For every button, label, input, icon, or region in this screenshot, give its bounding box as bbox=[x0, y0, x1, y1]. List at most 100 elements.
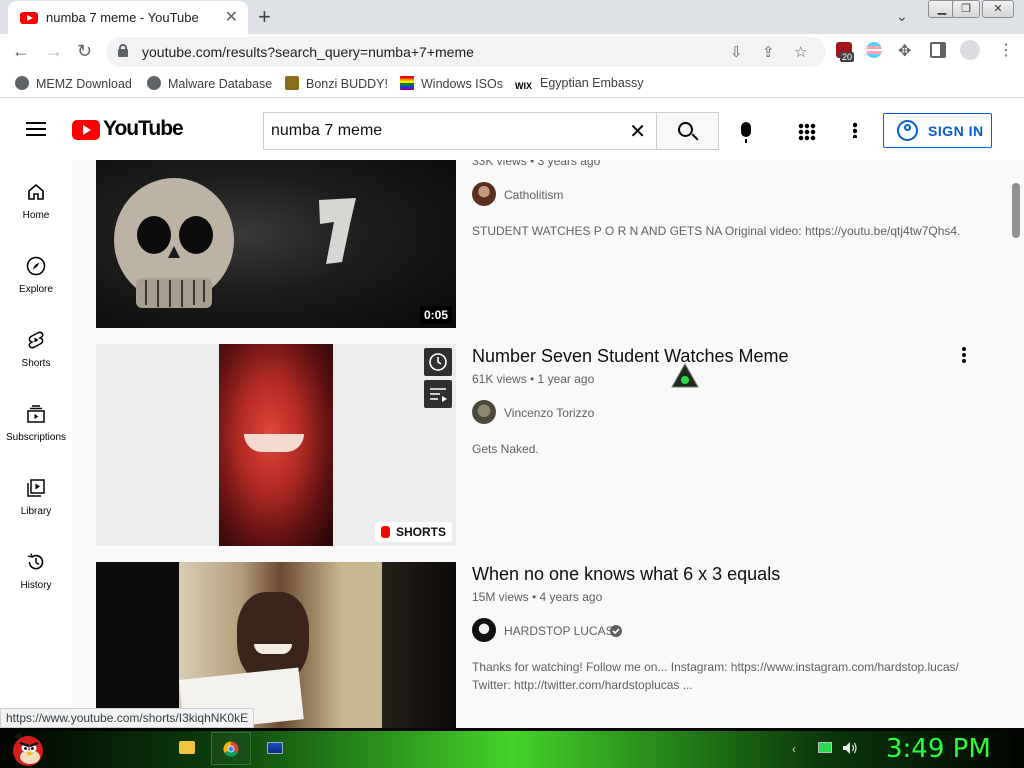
mouse-cursor-icon bbox=[671, 363, 699, 388]
desktop-window-icon[interactable] bbox=[267, 742, 283, 754]
bookmark-memz[interactable]: MEMZ Download bbox=[15, 76, 132, 91]
side-panel-icon[interactable] bbox=[930, 42, 946, 58]
channel-name[interactable]: Vincenzo Torizzo bbox=[504, 406, 594, 420]
restore-button[interactable]: ❐ bbox=[952, 0, 980, 18]
video-duration: 0:05 bbox=[419, 306, 452, 324]
taskbar-chrome-button[interactable] bbox=[211, 732, 251, 765]
shorts-logo-icon bbox=[380, 526, 390, 538]
close-tab-icon[interactable]: ✕ bbox=[225, 7, 238, 27]
bookmark-egyptian-embassy[interactable]: WIX Egyptian Embassy bbox=[515, 76, 644, 95]
search-button[interactable] bbox=[656, 112, 719, 150]
add-to-queue-button[interactable] bbox=[424, 380, 452, 408]
extension-badge: 20 bbox=[840, 52, 855, 62]
hamburger-menu-icon[interactable] bbox=[26, 122, 46, 136]
bookmark-star-icon[interactable]: ☆ bbox=[794, 43, 807, 61]
search-query: numba 7 meme bbox=[271, 122, 383, 139]
bookmark-windows-isos[interactable]: Windows ISOs bbox=[400, 76, 503, 91]
scrollbar-track[interactable] bbox=[1008, 160, 1024, 728]
flag-extension-icon[interactable] bbox=[866, 42, 882, 58]
channel-avatar[interactable] bbox=[472, 182, 496, 206]
install-app-icon[interactable]: ⇩ bbox=[730, 43, 743, 61]
profile-avatar-icon[interactable] bbox=[960, 40, 980, 60]
bookmarks-bar: MEMZ Download Malware Database Bonzi BUD… bbox=[0, 70, 1024, 98]
address-bar[interactable]: youtube.com/results?search_query=numba+7… bbox=[106, 37, 826, 67]
video-thumbnail[interactable]: SHORTS bbox=[96, 344, 456, 546]
guide-item-explore[interactable]: Explore bbox=[0, 256, 72, 330]
shorts-frame-image bbox=[219, 344, 333, 546]
tab-title: numba 7 meme - YouTube bbox=[46, 10, 199, 25]
channel-avatar[interactable] bbox=[472, 400, 496, 424]
youtube-wordmark[interactable]: YouTube bbox=[103, 117, 184, 141]
video-meta: 61K views • 1 year ago bbox=[472, 372, 595, 386]
browser-toolbar: ← → ↻ youtube.com/results?search_query=n… bbox=[0, 34, 1024, 70]
microphone-icon[interactable] bbox=[741, 122, 751, 143]
settings-kebab-icon[interactable] bbox=[853, 122, 857, 138]
video-thumbnail[interactable] bbox=[96, 562, 456, 728]
tab-strip: numba 7 meme - YouTube ✕ + ⌄ ▁ ❐ ✕ bbox=[0, 0, 1024, 34]
youtube-favicon-icon bbox=[20, 12, 38, 24]
scrollbar-thumb[interactable] bbox=[1012, 183, 1020, 238]
guide-item-subscriptions[interactable]: Subscriptions bbox=[0, 404, 72, 478]
lock-icon[interactable] bbox=[118, 44, 128, 57]
clock-icon bbox=[429, 353, 447, 371]
rainbow-flag-icon bbox=[400, 76, 414, 90]
more-actions-icon[interactable] bbox=[958, 346, 970, 364]
bonzi-icon bbox=[285, 76, 299, 90]
guide-item-library[interactable]: Library bbox=[0, 478, 72, 552]
window-close-button[interactable]: ✕ bbox=[982, 0, 1014, 18]
address-url: youtube.com/results?search_query=numba+7… bbox=[142, 44, 474, 60]
shorts-icon bbox=[28, 331, 44, 349]
globe-icon bbox=[147, 76, 161, 90]
new-tab-button[interactable]: + bbox=[258, 4, 271, 30]
watch-later-button[interactable] bbox=[424, 348, 452, 376]
video-frame-edge bbox=[382, 562, 456, 728]
sign-in-button[interactable]: SIGN IN bbox=[883, 113, 992, 148]
video-description: Gets Naked. bbox=[472, 442, 539, 456]
volume-icon[interactable] bbox=[842, 741, 858, 755]
taskbar-clock[interactable]: 3:49 PM bbox=[886, 734, 991, 764]
reload-icon[interactable]: ↻ bbox=[77, 41, 92, 62]
youtube-header: YouTube numba 7 meme ✕ SIGN IN bbox=[0, 98, 1024, 160]
forward-arrow-icon[interactable]: → bbox=[45, 41, 63, 62]
globe-icon bbox=[15, 76, 29, 90]
sign-in-label: SIGN IN bbox=[928, 123, 984, 139]
tab-search-chevron-icon[interactable]: ⌄ bbox=[896, 8, 908, 25]
chrome-menu-icon[interactable]: ⋮ bbox=[998, 40, 1014, 60]
video-description: Thanks for watching! Follow me on... Ins… bbox=[472, 660, 959, 692]
video-title[interactable]: When no one knows what 6 x 3 equals bbox=[472, 564, 780, 585]
compass-icon bbox=[26, 256, 46, 276]
search-input[interactable]: numba 7 meme ✕ bbox=[263, 112, 656, 150]
subscriptions-icon bbox=[27, 405, 45, 423]
channel-name[interactable]: Catholitism bbox=[504, 188, 563, 202]
bookmark-malware-db[interactable]: Malware Database bbox=[147, 76, 272, 91]
youtube-logo-icon[interactable] bbox=[72, 120, 100, 140]
channel-avatar[interactable] bbox=[472, 618, 496, 642]
history-icon bbox=[27, 553, 44, 570]
start-button-angry-bird-icon[interactable] bbox=[8, 731, 48, 767]
browser-tab[interactable]: numba 7 meme - YouTube ✕ bbox=[8, 1, 248, 34]
extensions-puzzle-icon[interactable]: ✥ bbox=[898, 41, 911, 61]
account-icon bbox=[897, 120, 918, 141]
file-explorer-icon[interactable] bbox=[179, 741, 195, 754]
video-meta: 15M views • 4 years ago bbox=[472, 590, 603, 604]
clear-search-icon[interactable]: ✕ bbox=[629, 119, 646, 144]
bookmark-bonzi[interactable]: Bonzi BUDDY! bbox=[285, 76, 388, 91]
video-thumbnail[interactable]: 0:05 bbox=[96, 160, 456, 328]
guide-item-history[interactable]: History bbox=[0, 552, 72, 626]
home-icon bbox=[28, 183, 44, 200]
search-results: 0:05 33K views • 3 years ago Catholitism… bbox=[72, 160, 1008, 728]
share-icon[interactable]: ⇪ bbox=[762, 43, 775, 61]
taskbar: ‹ 3:49 PM bbox=[0, 728, 1024, 768]
video-description: STUDENT WATCHES P O R N AND GETS NA Orig… bbox=[472, 224, 961, 238]
wix-icon: WIX bbox=[515, 81, 532, 91]
apps-grid-icon[interactable] bbox=[798, 123, 816, 141]
video-title[interactable]: Number Seven Student Watches Meme bbox=[472, 346, 788, 367]
network-icon[interactable] bbox=[818, 742, 832, 753]
back-arrow-icon[interactable]: ← bbox=[12, 41, 30, 62]
guide-item-home[interactable]: Home bbox=[0, 182, 72, 256]
guide-item-shorts[interactable]: Shorts bbox=[0, 330, 72, 404]
channel-name[interactable]: HARDSTOP LUCAS bbox=[504, 624, 614, 638]
queue-icon bbox=[430, 388, 447, 402]
tray-chevron-icon[interactable]: ‹ bbox=[792, 742, 796, 756]
video-frame-image bbox=[179, 562, 382, 728]
